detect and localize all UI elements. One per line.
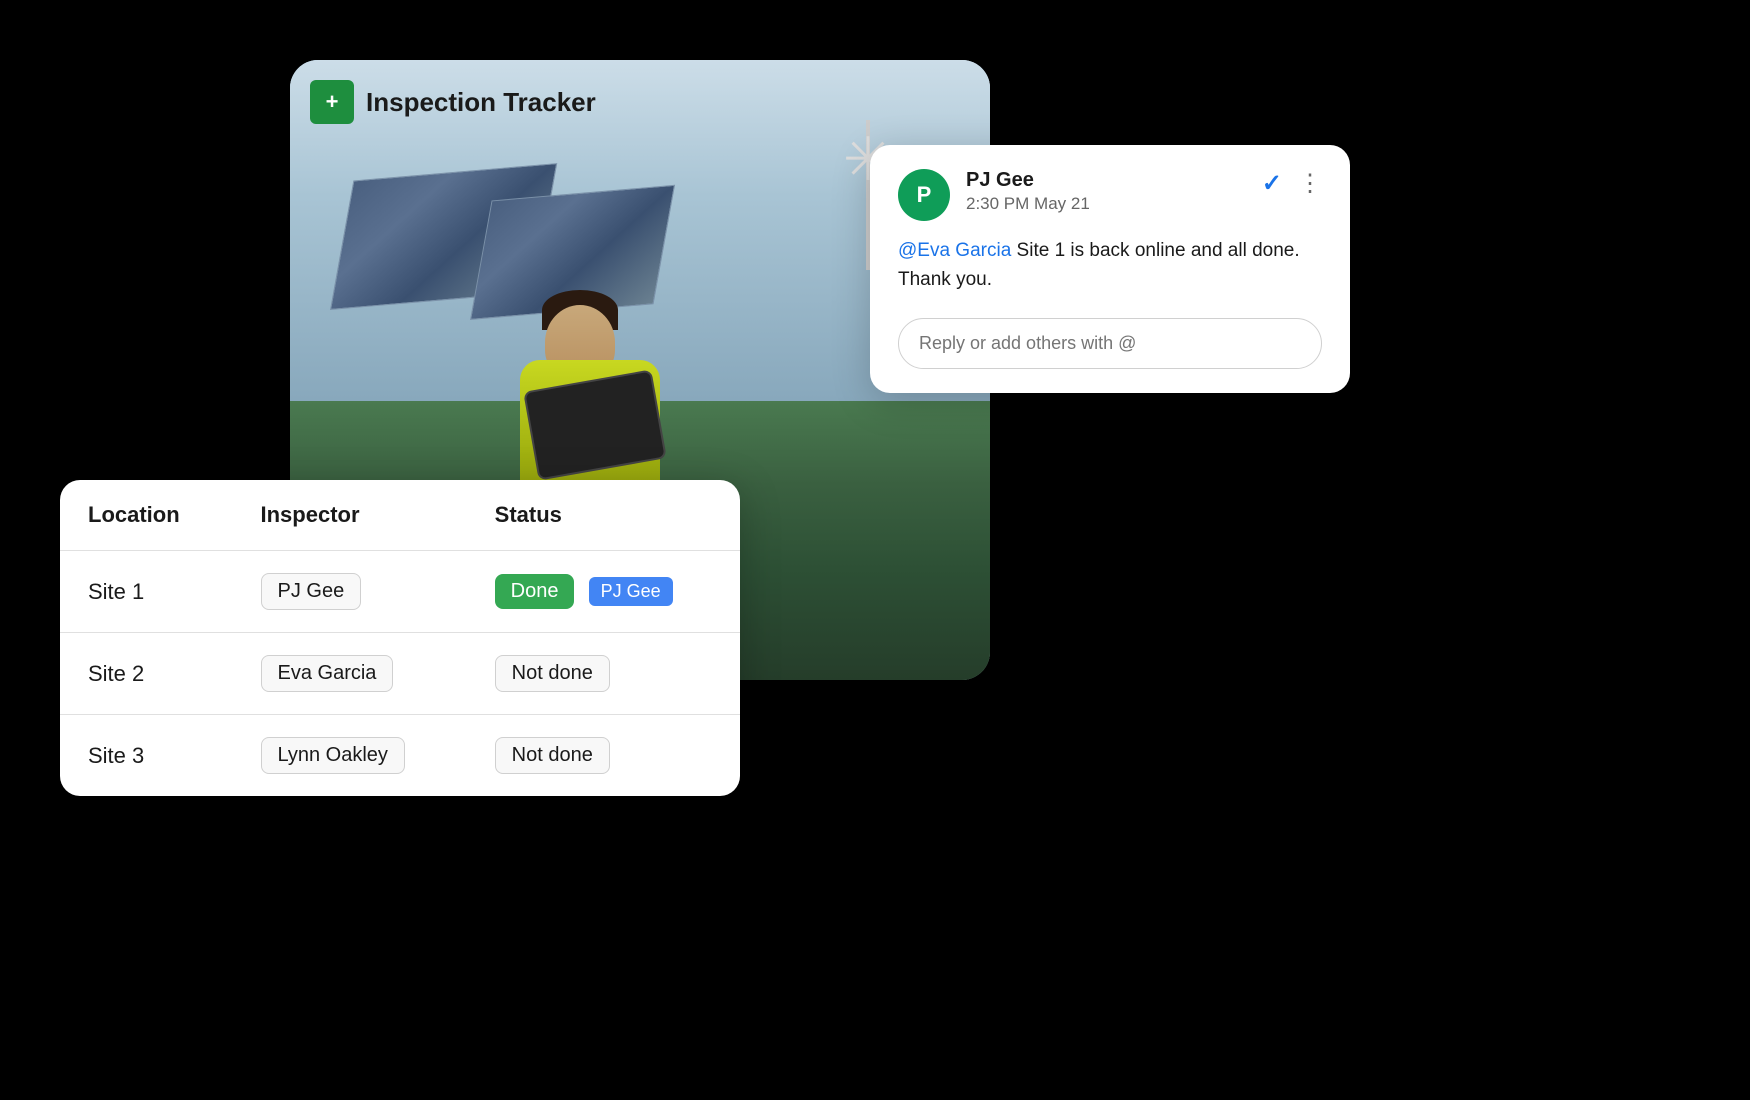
cell-inspector-2: Eva Garcia bbox=[233, 633, 467, 715]
comment-meta: PJ Gee 2:30 PM May 21 bbox=[966, 169, 1246, 214]
app-header: + Inspection Tracker bbox=[310, 80, 596, 124]
cell-inspector-1: PJ Gee bbox=[233, 551, 467, 633]
reply-input[interactable] bbox=[898, 318, 1322, 369]
col-header-status: Status bbox=[467, 480, 740, 551]
cell-inspector-3: Lynn Oakley bbox=[233, 715, 467, 797]
cell-location-1: Site 1 bbox=[60, 551, 233, 633]
col-header-location: Location bbox=[60, 480, 233, 551]
comment-actions: ✓ ⋮ bbox=[1262, 169, 1322, 198]
cell-status-1: Done PJ Gee bbox=[467, 551, 740, 633]
sheets-icon: + bbox=[310, 80, 354, 124]
cell-status-2: Not done bbox=[467, 633, 740, 715]
status-badge-not-done-2: Not done bbox=[495, 655, 610, 692]
comment-header: P PJ Gee 2:30 PM May 21 ✓ ⋮ bbox=[898, 169, 1322, 221]
comment-card: P PJ Gee 2:30 PM May 21 ✓ ⋮ @Eva Garcia … bbox=[870, 145, 1350, 393]
inspector-chip-1: PJ Gee bbox=[261, 573, 362, 610]
inspector-chip-2: Eva Garcia bbox=[261, 655, 394, 692]
comment-body: @Eva Garcia Site 1 is back online and al… bbox=[898, 237, 1322, 294]
resolve-icon[interactable]: ✓ bbox=[1262, 169, 1282, 198]
cell-location-3: Site 3 bbox=[60, 715, 233, 797]
avatar: P bbox=[898, 169, 950, 221]
scene: ✳ + Inspection Tracker bbox=[0, 0, 1750, 1100]
data-table: Location Inspector Status Site 1 PJ Gee … bbox=[60, 480, 740, 796]
table-row: Site 1 PJ Gee Done PJ Gee bbox=[60, 551, 740, 633]
inspector-chip-3: Lynn Oakley bbox=[261, 737, 405, 774]
laptop bbox=[523, 369, 667, 480]
status-badge-not-done-3: Not done bbox=[495, 737, 610, 774]
status-badge-done: Done bbox=[495, 574, 575, 609]
table-row: Site 2 Eva Garcia Not done bbox=[60, 633, 740, 715]
table-row: Site 3 Lynn Oakley Not done bbox=[60, 715, 740, 797]
cell-location-2: Site 2 bbox=[60, 633, 233, 715]
cell-status-3: Not done bbox=[467, 715, 740, 797]
table-card: Location Inspector Status Site 1 PJ Gee … bbox=[60, 480, 740, 796]
mention: @Eva Garcia bbox=[898, 240, 1011, 261]
commenter-name: PJ Gee bbox=[966, 169, 1246, 192]
table-header-row: Location Inspector Status bbox=[60, 480, 740, 551]
more-options-icon[interactable]: ⋮ bbox=[1298, 169, 1322, 198]
col-header-inspector: Inspector bbox=[233, 480, 467, 551]
user-tag: PJ Gee bbox=[589, 577, 673, 606]
comment-timestamp: 2:30 PM May 21 bbox=[966, 194, 1246, 214]
app-title: Inspection Tracker bbox=[366, 87, 596, 118]
